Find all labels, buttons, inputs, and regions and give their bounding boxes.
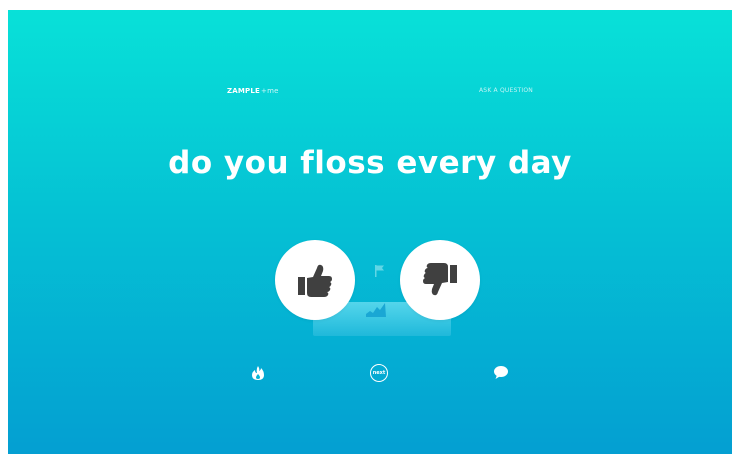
question-text: do you floss every day <box>168 145 572 181</box>
logo[interactable]: ZAMPLE+me <box>227 87 279 95</box>
flag-icon[interactable] <box>374 264 386 278</box>
ask-question-link[interactable]: ASK A QUESTION <box>479 87 533 94</box>
speech-bubble-icon[interactable] <box>493 365 509 380</box>
thumbs-up-icon <box>298 264 332 297</box>
fire-icon[interactable] <box>251 365 265 381</box>
trend-chart-icon <box>366 303 386 317</box>
app-screen: ZAMPLE+me ASK A QUESTION do you floss ev… <box>8 10 732 454</box>
next-button[interactable]: next <box>370 364 388 382</box>
thumbs-down-icon <box>423 263 457 296</box>
next-label: next <box>372 370 386 376</box>
logo-suffix: +me <box>261 87 279 95</box>
logo-main: ZAMPLE <box>227 87 261 95</box>
thumbs-down-button[interactable] <box>400 240 480 320</box>
thumbs-up-button[interactable] <box>275 240 355 320</box>
